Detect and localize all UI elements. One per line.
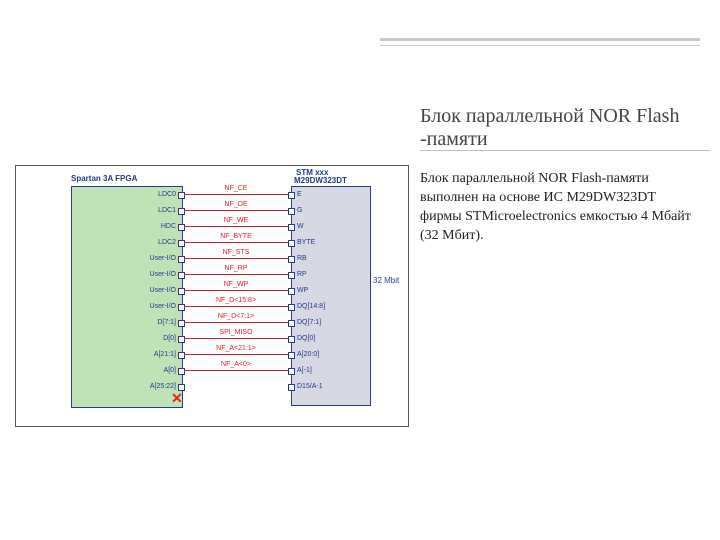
fpga-pin-label: A[25:22] [128,383,176,390]
signal-wire [184,306,288,307]
fpga-pin-label: LDC2 [128,239,176,246]
title-underline [420,150,710,151]
body-text: Блок параллельной NOR Flash-памяти выпол… [420,170,700,246]
signal-wire [184,290,288,291]
flash-pin-label: RP [297,271,345,278]
signal-wire [184,242,288,243]
fpga-label: Spartan 3A FPGA [71,174,137,183]
fpga-pin-label: D[0] [128,335,176,342]
fpga-block [71,186,183,408]
signal-wire [184,194,288,195]
flash-pin [288,256,295,263]
signal-wire [184,210,288,211]
signal-label: NF_RP [184,265,288,272]
flash-pin [288,336,295,343]
signal-label: NF_STS [184,249,288,256]
signal-label: NF_A<0> [184,361,288,368]
flash-pin-label: D15/A-1 [297,383,345,390]
signal-label: NF_A<21:1> [184,345,288,352]
fpga-pin-label: User-I/O [128,255,176,262]
signal-wire [184,354,288,355]
flash-pin-label: RB [297,255,345,262]
flash-pin [288,288,295,295]
fpga-pin-label: A[21:1] [128,351,176,358]
flash-pin-label: BYTE [297,239,345,246]
flash-pin-label: DQ[14:8] [297,303,345,310]
flash-pin-label: WP [297,287,345,294]
flash-pin-label: G [297,207,345,214]
flash-pin [288,320,295,327]
signal-wire [184,226,288,227]
flash-pin-label: A[20:0] [297,351,345,358]
flash-pin [288,224,295,231]
signal-label: SPI_MISO [184,329,288,336]
fpga-pin-label: A[0] [128,367,176,374]
diagram-frame: Spartan 3A FPGA STM xxx M29DW323DT 32 Mb… [15,165,409,427]
flash-pin [288,352,295,359]
fpga-pin-label: User-I/O [128,287,176,294]
flash-pin [288,368,295,375]
signal-label: NF_WP [184,281,288,288]
flash-pin-label: A[-1] [297,367,345,374]
flash-pin [288,240,295,247]
signal-wire [184,322,288,323]
fpga-pin-label: D[7:1] [128,319,176,326]
signal-wire [184,258,288,259]
fpga-pin-label: LDC0 [128,191,176,198]
signal-label: NF_WE [184,217,288,224]
signal-wire [184,274,288,275]
signal-label: NF_BYTE [184,233,288,240]
slide-title: Блок параллельной NOR Flash -памяти [420,105,710,151]
signal-label: NF_D<7:1> [184,313,288,320]
fpga-pin-label: HDC [128,223,176,230]
flash-pin [288,304,295,311]
signal-wire [184,370,288,371]
flash-pin-label: DQ[0] [297,335,345,342]
flash-pin [288,208,295,215]
fpga-pin-label: User-I/O [128,303,176,310]
flash-pin-label: E [297,191,345,198]
flash-pin-label: W [297,223,345,230]
decorative-rule-top [380,38,700,41]
signal-wire [184,338,288,339]
flash-label-2: M29DW323DT [294,176,347,185]
flash-pin [288,272,295,279]
signal-label: NF_OE [184,201,288,208]
decorative-rule-top-thin [380,45,700,46]
flash-pin-label: DQ[7:1] [297,319,345,326]
no-connect-icon: ✕ [171,390,183,407]
fpga-pin-label: LDC1 [128,207,176,214]
flash-pin [288,384,295,391]
signal-label: NF_CE [184,185,288,192]
flash-capacity: 32 Mbit [373,276,399,285]
fpga-pin-label: User-I/O [128,271,176,278]
flash-pin [288,192,295,199]
signal-label: NF_D<15:8> [184,297,288,304]
block-diagram: Spartan 3A FPGA STM xxx M29DW323DT 32 Mb… [16,166,408,426]
